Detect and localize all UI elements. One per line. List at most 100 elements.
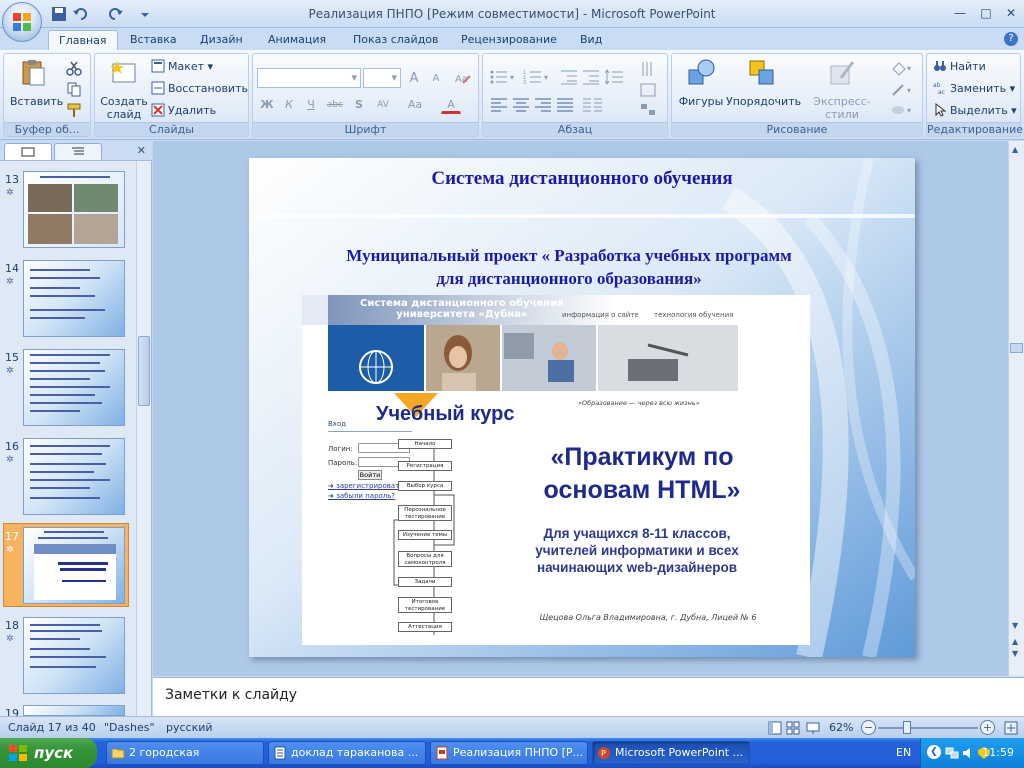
panel-scroll-thumb[interactable] — [138, 336, 150, 406]
taskbar-item-powerpoint[interactable]: P Microsoft PowerPoint ... — [592, 741, 750, 765]
tab-slides-view[interactable] — [4, 143, 52, 160]
shape-effects-icon[interactable]: ▾ — [890, 102, 916, 118]
volume-icon[interactable] — [961, 746, 975, 760]
slide-thumbnail[interactable] — [23, 438, 125, 515]
cut-icon[interactable] — [66, 60, 82, 76]
shape-fill-icon[interactable]: ▾ — [890, 60, 916, 76]
tab-review[interactable]: Рецензирование — [451, 30, 567, 50]
embedded-website-image[interactable]: Система дистанционного обучения универси… — [302, 295, 810, 645]
shapes-button[interactable]: Фигуры — [676, 58, 726, 108]
minimize-button[interactable]: — — [948, 4, 972, 22]
slide-title[interactable]: Система дистанционного обучения — [249, 168, 915, 190]
reset-button[interactable]: Восстановить — [151, 80, 248, 98]
help-icon[interactable]: ? — [1004, 32, 1018, 46]
scroll-thumb[interactable] — [1010, 343, 1023, 353]
fit-to-window-icon[interactable] — [1003, 720, 1019, 736]
shadow-button[interactable]: S — [349, 94, 369, 114]
embed-login-button[interactable]: Войти — [358, 470, 382, 480]
font-family-combo[interactable]: ▾ — [257, 68, 361, 88]
align-left-icon[interactable] — [489, 96, 509, 114]
spacing-button[interactable]: AV — [373, 94, 393, 114]
bold-button[interactable]: Ж — [257, 94, 277, 114]
taskbar-item-word[interactable]: доклад тараканова ... — [268, 741, 426, 765]
columns-icon[interactable] — [581, 96, 609, 114]
close-button[interactable]: ✕ — [999, 4, 1023, 22]
scroll-down-icon[interactable]: ▼ — [1012, 621, 1018, 630]
zoom-in-button[interactable]: + — [980, 720, 995, 735]
increase-indent-icon[interactable] — [581, 68, 601, 86]
panel-close-icon[interactable]: ✕ — [137, 144, 146, 157]
taskbar-item-folder[interactable]: 2 городская — [106, 741, 264, 765]
smartart-icon[interactable] — [639, 102, 659, 118]
underline-button[interactable]: Ч — [301, 94, 321, 114]
office-button[interactable] — [2, 2, 42, 42]
slide-thumbnail[interactable] — [23, 171, 125, 248]
clear-format-icon[interactable]: Aa — [453, 68, 473, 88]
layout-button[interactable]: Макет ▾ — [151, 58, 213, 76]
network-icon[interactable] — [945, 746, 959, 760]
status-zoom-level[interactable]: 62% — [829, 721, 853, 734]
new-slide-button[interactable]: Создать слайд — [99, 58, 149, 121]
tab-view[interactable]: Вид — [570, 30, 612, 50]
decrease-indent-icon[interactable] — [559, 68, 579, 86]
quick-styles-button[interactable]: Экспресс-стили — [800, 58, 884, 121]
shrink-font-button[interactable]: A — [426, 68, 446, 88]
shape-outline-icon[interactable]: ▾ — [890, 82, 916, 98]
tab-animation[interactable]: Анимация — [258, 30, 336, 50]
tab-design[interactable]: Дизайн — [190, 30, 253, 50]
delete-slide-button[interactable]: Удалить — [151, 102, 216, 120]
vertical-scrollbar[interactable]: ▲ ▼ ▲ ▼ — [1008, 141, 1024, 676]
tab-home[interactable]: Главная — [48, 30, 118, 50]
previous-slide-icon[interactable]: ▲ — [1012, 637, 1018, 646]
align-text-icon[interactable] — [639, 82, 659, 98]
start-button[interactable]: пуск — [0, 738, 97, 768]
select-button[interactable]: Выделить ▾ — [933, 102, 1017, 120]
align-right-icon[interactable] — [533, 96, 553, 114]
tray-expand-icon[interactable]: ❮ — [927, 745, 941, 759]
format-painter-icon[interactable] — [66, 102, 82, 118]
align-center-icon[interactable] — [511, 96, 531, 114]
zoom-slider-knob[interactable] — [903, 721, 911, 734]
grow-font-button[interactable]: A — [404, 68, 424, 88]
status-language[interactable]: русский — [166, 721, 213, 734]
slide-canvas[interactable]: Система дистанционного обучения Муниципа… — [249, 158, 915, 657]
numbering-icon[interactable]: 123▾ — [523, 68, 553, 86]
strike-button[interactable]: abc — [325, 94, 345, 114]
line-spacing-icon[interactable] — [605, 68, 633, 86]
replace-button[interactable]: ab ac Заменить ▾ — [933, 80, 1015, 98]
slide-thumbnail[interactable] — [23, 349, 125, 426]
normal-view-icon[interactable] — [768, 721, 782, 735]
maximize-button[interactable]: □ — [974, 4, 998, 22]
italic-button[interactable]: К — [279, 94, 299, 114]
case-button[interactable]: Aa — [405, 94, 425, 114]
tab-slideshow[interactable]: Показ слайдов — [343, 30, 449, 50]
zoom-slider[interactable] — [878, 727, 978, 729]
status-theme[interactable]: "Dashes" — [104, 721, 155, 734]
slide-sorter-icon[interactable] — [786, 721, 800, 735]
slide-subtitle[interactable]: Муниципальный проект « Разработка учебны… — [249, 244, 829, 290]
embed-link-tech[interactable]: технология обучения — [654, 311, 733, 319]
slide-thumbnail[interactable] — [23, 260, 125, 337]
embed-link-info[interactable]: информация о сайте — [562, 311, 639, 319]
font-size-combo[interactable]: ▾ — [363, 68, 401, 88]
font-color-button[interactable]: A — [441, 94, 461, 114]
text-direction-icon[interactable] — [639, 60, 659, 80]
arrange-button[interactable]: Упорядочить — [726, 58, 801, 108]
slideshow-view-icon[interactable] — [806, 721, 820, 735]
tab-insert[interactable]: Вставка — [120, 30, 187, 50]
next-slide-icon[interactable]: ▼ — [1012, 649, 1018, 658]
zoom-out-button[interactable]: − — [861, 720, 876, 735]
notes-pane[interactable]: Заметки к слайду — [153, 677, 1024, 716]
copy-icon[interactable] — [66, 81, 82, 97]
panel-scrollbar[interactable] — [136, 161, 151, 716]
paste-button[interactable]: Вставить — [10, 58, 63, 108]
slide-thumbnail[interactable] — [23, 617, 125, 694]
clock[interactable]: 11:59 — [982, 746, 1014, 759]
bullets-icon[interactable]: ▾ — [489, 68, 519, 86]
slide-thumbnail-selected[interactable] — [23, 527, 125, 604]
scroll-up-icon[interactable]: ▲ — [1012, 145, 1018, 154]
taskbar-item-presentation[interactable]: Реализация ПНПО [Р... — [430, 741, 588, 765]
justify-icon[interactable] — [555, 96, 575, 114]
tab-outline-view[interactable] — [54, 143, 102, 160]
find-button[interactable]: Найти — [933, 58, 986, 76]
